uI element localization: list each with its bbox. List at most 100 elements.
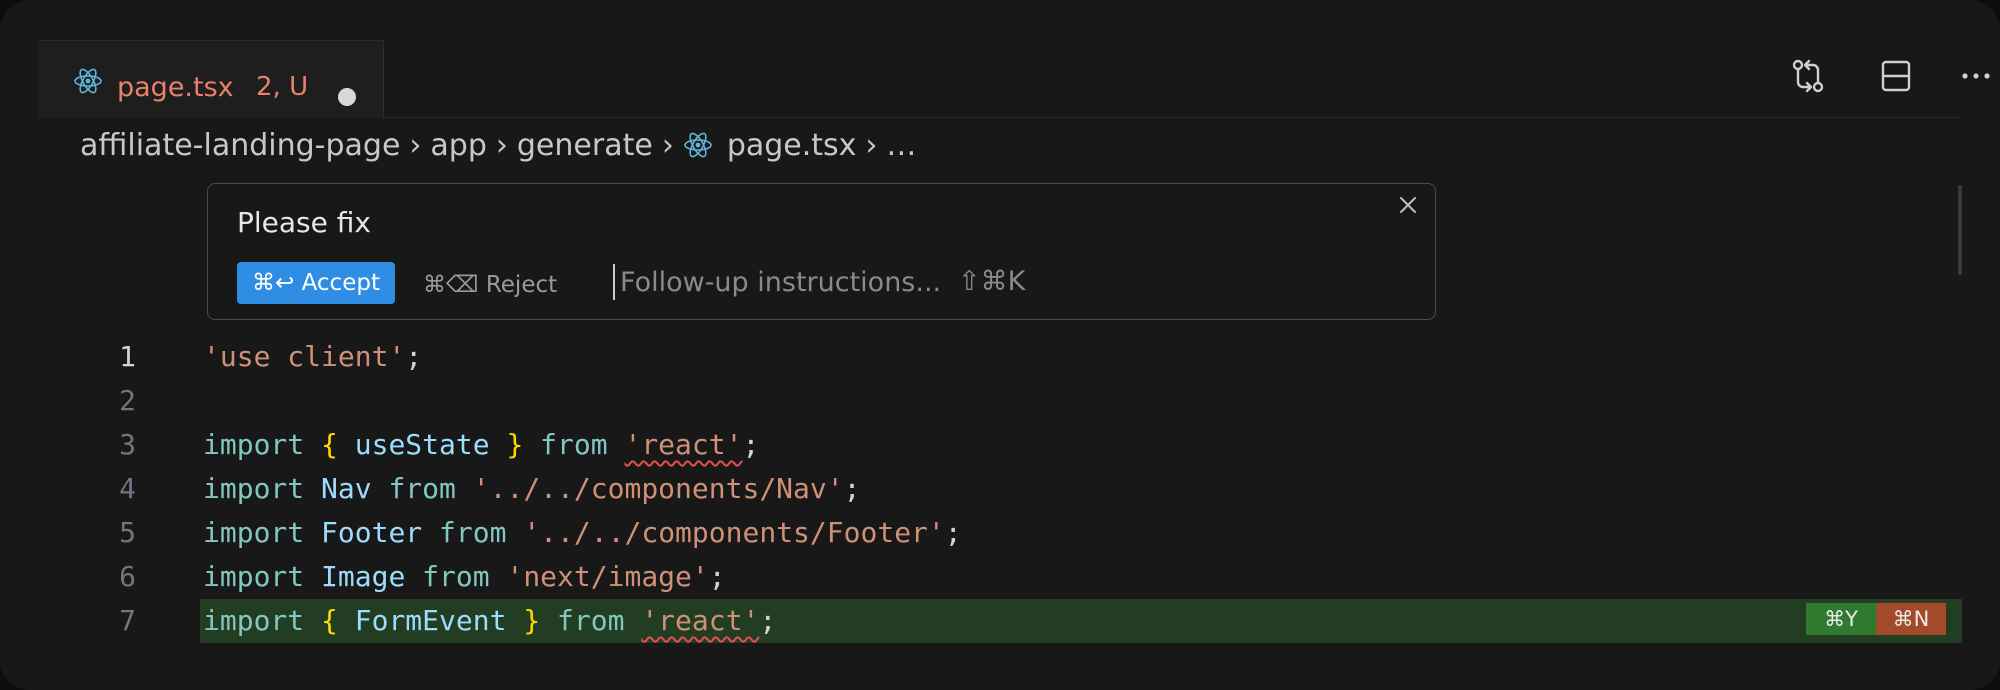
- inline-edit-widget: Please fix ⌘↩ Accept ⌘⌫ Reject ⇧⌘K: [207, 183, 1436, 320]
- code-token: ;: [405, 340, 423, 373]
- tab-problem-status: 2, U: [256, 72, 309, 102]
- code-token: ;: [708, 560, 726, 593]
- code-line[interactable]: 1 'use client';: [0, 335, 1962, 379]
- code-token: 'react': [624, 428, 743, 461]
- code-token: 'use client': [203, 340, 406, 373]
- line-number: 7: [119, 604, 136, 637]
- line-number: 4: [119, 472, 136, 505]
- accept-change-button[interactable]: ⌘Y: [1806, 603, 1876, 635]
- tab-bar: page.tsx 2, U: [38, 20, 1990, 118]
- code-token: Nav: [321, 472, 372, 505]
- prompt-text: Please fix: [237, 206, 371, 239]
- line-number: 6: [119, 560, 136, 593]
- code-token: {: [321, 428, 338, 461]
- code-token: ;: [944, 516, 962, 549]
- more-actions-icon[interactable]: [1956, 56, 1996, 96]
- line-code: 'use client';: [203, 335, 422, 379]
- code-editor[interactable]: 1 'use client'; 2 3 import { useState } from…: [0, 335, 1962, 665]
- code-token: FormEvent: [354, 604, 507, 637]
- breadcrumb-separator: ›: [661, 127, 674, 163]
- code-token: {: [321, 604, 338, 637]
- followup-shortcut-hint: ⇧⌘K: [958, 266, 1026, 297]
- line-number: 5: [119, 516, 136, 549]
- tab-page-tsx[interactable]: page.tsx 2, U: [38, 40, 384, 118]
- breadcrumb-item-project[interactable]: affiliate-landing-page: [80, 128, 400, 163]
- breadcrumb-separator: ›: [495, 127, 508, 163]
- code-token: import: [203, 604, 305, 637]
- breadcrumb-item-file[interactable]: page.tsx: [727, 128, 857, 163]
- code-line[interactable]: 6 import Image from 'next/image';: [0, 555, 1962, 599]
- code-token: import: [203, 428, 305, 461]
- code-token: from: [388, 472, 456, 505]
- code-token: useState: [354, 428, 490, 461]
- line-number: 3: [119, 428, 136, 461]
- reject-change-button[interactable]: ⌘N: [1876, 603, 1946, 635]
- code-token: }: [506, 428, 524, 461]
- code-token: ;: [843, 472, 861, 505]
- accept-button[interactable]: ⌘↩ Accept: [237, 262, 395, 304]
- breadcrumb: affiliate-landing-page › app › generate …: [80, 125, 916, 165]
- breadcrumb-item-app[interactable]: app: [430, 128, 486, 163]
- code-token: import: [203, 516, 305, 549]
- reject-button[interactable]: ⌘⌫ Reject: [423, 264, 557, 306]
- code-token: ;: [742, 428, 760, 461]
- split-editor-icon[interactable]: [1876, 56, 1916, 96]
- code-line[interactable]: 5 import Footer from '../../components/Fo…: [0, 511, 1962, 555]
- code-token: Footer: [321, 516, 423, 549]
- code-token: '../../components/Nav': [472, 472, 844, 505]
- code-token: from: [422, 560, 490, 593]
- code-line[interactable]: 4 import Nav from '../../components/Nav';: [0, 467, 1962, 511]
- breadcrumb-item-symbols[interactable]: …: [886, 128, 916, 163]
- line-number: 2: [119, 384, 136, 417]
- editor-window: page.tsx 2, U affiliate-landing-page › a…: [0, 0, 2000, 690]
- line-code: import { useState } from 'react';: [203, 423, 759, 467]
- line-code: import Image from 'next/image';: [203, 555, 726, 599]
- code-line[interactable]: 3 import { useState } from 'react';: [0, 423, 1962, 467]
- code-token: from: [557, 604, 625, 637]
- code-token: from: [540, 428, 608, 461]
- code-line[interactable]: 7 import { FormEvent } from 'react';: [0, 599, 1962, 643]
- tab-filename: page.tsx: [117, 72, 234, 103]
- react-file-icon: [684, 132, 712, 158]
- breadcrumb-separator: ›: [409, 127, 422, 163]
- line-code: import Nav from '../../components/Nav';: [203, 467, 860, 511]
- code-line[interactable]: 2: [0, 379, 1962, 423]
- code-token: 'react': [641, 604, 760, 637]
- line-code: import Footer from '../../components/Foo…: [203, 511, 962, 555]
- code-token: from: [439, 516, 507, 549]
- react-file-icon: [74, 68, 102, 94]
- unsaved-dot-icon[interactable]: [338, 88, 356, 106]
- text-caret: [613, 264, 615, 300]
- code-token: Image: [321, 560, 406, 593]
- breadcrumb-item-generate[interactable]: generate: [517, 128, 653, 163]
- code-token: }: [523, 604, 541, 637]
- compare-changes-icon[interactable]: [1788, 56, 1828, 96]
- code-token: ;: [759, 604, 777, 637]
- line-code: import { FormEvent } from 'react';: [203, 599, 776, 643]
- close-icon[interactable]: [1395, 192, 1421, 218]
- scrollbar[interactable]: [1958, 185, 1962, 275]
- followup-input[interactable]: [620, 260, 1140, 304]
- line-number: 1: [119, 340, 136, 373]
- breadcrumb-separator: ›: [865, 127, 878, 163]
- code-token: import: [203, 472, 305, 505]
- code-token: import: [203, 560, 305, 593]
